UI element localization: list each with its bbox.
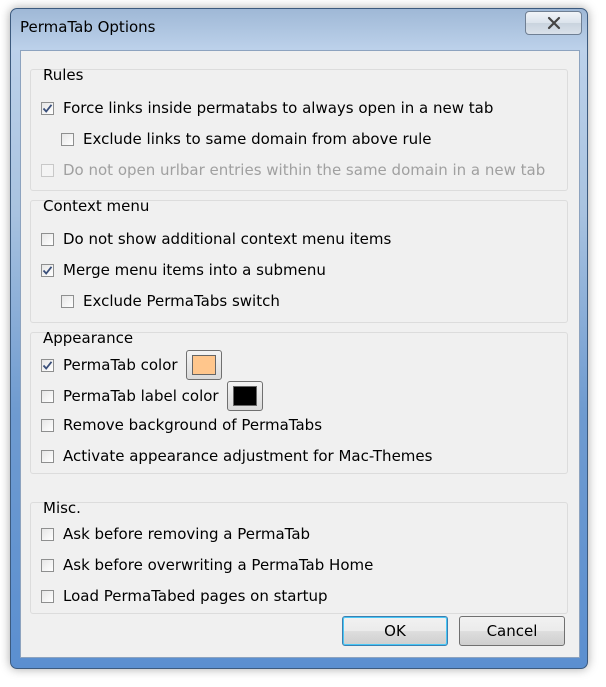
dialog-body: Rules Force links inside permatabs to al… [20, 50, 580, 658]
checkbox[interactable] [41, 418, 54, 432]
checkbox-merge-submenu[interactable]: Merge menu items into a submenu [41, 259, 326, 281]
checkbox-mac-themes[interactable]: Activate appearance adjustment for Mac-T… [41, 445, 432, 467]
checkbox[interactable] [61, 294, 74, 308]
checkbox[interactable] [41, 389, 54, 403]
close-button[interactable] [525, 11, 582, 35]
rules-group: Rules Force links inside permatabs to al… [30, 66, 568, 191]
checkmark-icon [42, 265, 53, 275]
rules-group-title: Rules [43, 66, 84, 84]
checkbox-label: Force links inside permatabs to always o… [63, 99, 494, 117]
checkbox-force-links[interactable]: Force links inside permatabs to always o… [41, 97, 493, 119]
checkbox-label: Ask before removing a PermaTab [63, 525, 311, 543]
permatab-color-picker[interactable] [185, 350, 222, 380]
checkbox[interactable] [41, 358, 54, 372]
checkmark-icon [42, 103, 53, 113]
checkbox[interactable] [41, 232, 54, 246]
checkbox-label-color[interactable]: PermaTab label color [41, 381, 263, 411]
checkbox-label: PermaTab label color [63, 387, 219, 405]
checkbox-label: Exclude links to same domain from above … [83, 130, 432, 148]
checkbox-label: Activate appearance adjustment for Mac-T… [63, 447, 433, 465]
options-dialog: PermaTab Options Rules Force links insid… [10, 8, 588, 669]
checkbox-remove-background[interactable]: Remove background of PermaTabs [41, 414, 322, 436]
checkbox-label: PermaTab color [63, 356, 178, 374]
checkbox-hide-context-items[interactable]: Do not show additional context menu item… [41, 228, 391, 250]
close-icon [547, 16, 560, 30]
checkbox-load-startup[interactable]: Load PermaTabed pages on startup [41, 585, 328, 607]
checkbox-label: Merge menu items into a submenu [63, 261, 326, 279]
color-swatch [191, 355, 216, 375]
checkbox[interactable] [41, 558, 54, 572]
checkbox-label: Ask before overwriting a PermaTab Home [63, 556, 374, 574]
checkbox-label: Do not open urlbar entries within the sa… [63, 161, 546, 179]
checkbox-urlbar-entries: Do not open urlbar entries within the sa… [41, 159, 545, 181]
checkbox[interactable] [41, 263, 54, 277]
checkbox-ask-overwrite[interactable]: Ask before overwriting a PermaTab Home [41, 554, 373, 576]
checkbox-ask-remove[interactable]: Ask before removing a PermaTab [41, 523, 310, 545]
ok-button[interactable]: OK [342, 616, 448, 646]
cancel-button[interactable]: Cancel [459, 616, 565, 646]
appearance-group-title: Appearance [43, 329, 134, 347]
checkbox [41, 163, 54, 177]
checkbox[interactable] [41, 589, 54, 603]
misc-group-title: Misc. [43, 499, 81, 517]
checkbox-exclude-switch[interactable]: Exclude PermaTabs switch [61, 290, 280, 312]
appearance-group: Appearance PermaTab color PermaTab label… [30, 329, 568, 474]
context-menu-group: Context menu Do not show additional cont… [30, 197, 568, 323]
checkbox-label: Do not show additional context menu item… [63, 230, 392, 248]
checkmark-icon [42, 360, 53, 370]
checkbox-label: Exclude PermaTabs switch [83, 292, 280, 310]
context-menu-group-title: Context menu [43, 197, 150, 215]
checkbox-exclude-same-domain[interactable]: Exclude links to same domain from above … [61, 128, 432, 150]
checkbox[interactable] [61, 132, 74, 146]
label-color-picker[interactable] [226, 381, 263, 411]
checkbox[interactable] [41, 101, 54, 115]
checkbox-label: Remove background of PermaTabs [63, 416, 323, 434]
checkbox[interactable] [41, 527, 54, 541]
window-title: PermaTab Options [20, 18, 156, 36]
checkbox-permatab-color[interactable]: PermaTab color [41, 350, 222, 380]
checkbox-label: Load PermaTabed pages on startup [63, 587, 328, 605]
checkbox[interactable] [41, 449, 54, 463]
color-swatch [232, 386, 257, 406]
misc-group: Misc. Ask before removing a PermaTab Ask… [30, 499, 568, 614]
